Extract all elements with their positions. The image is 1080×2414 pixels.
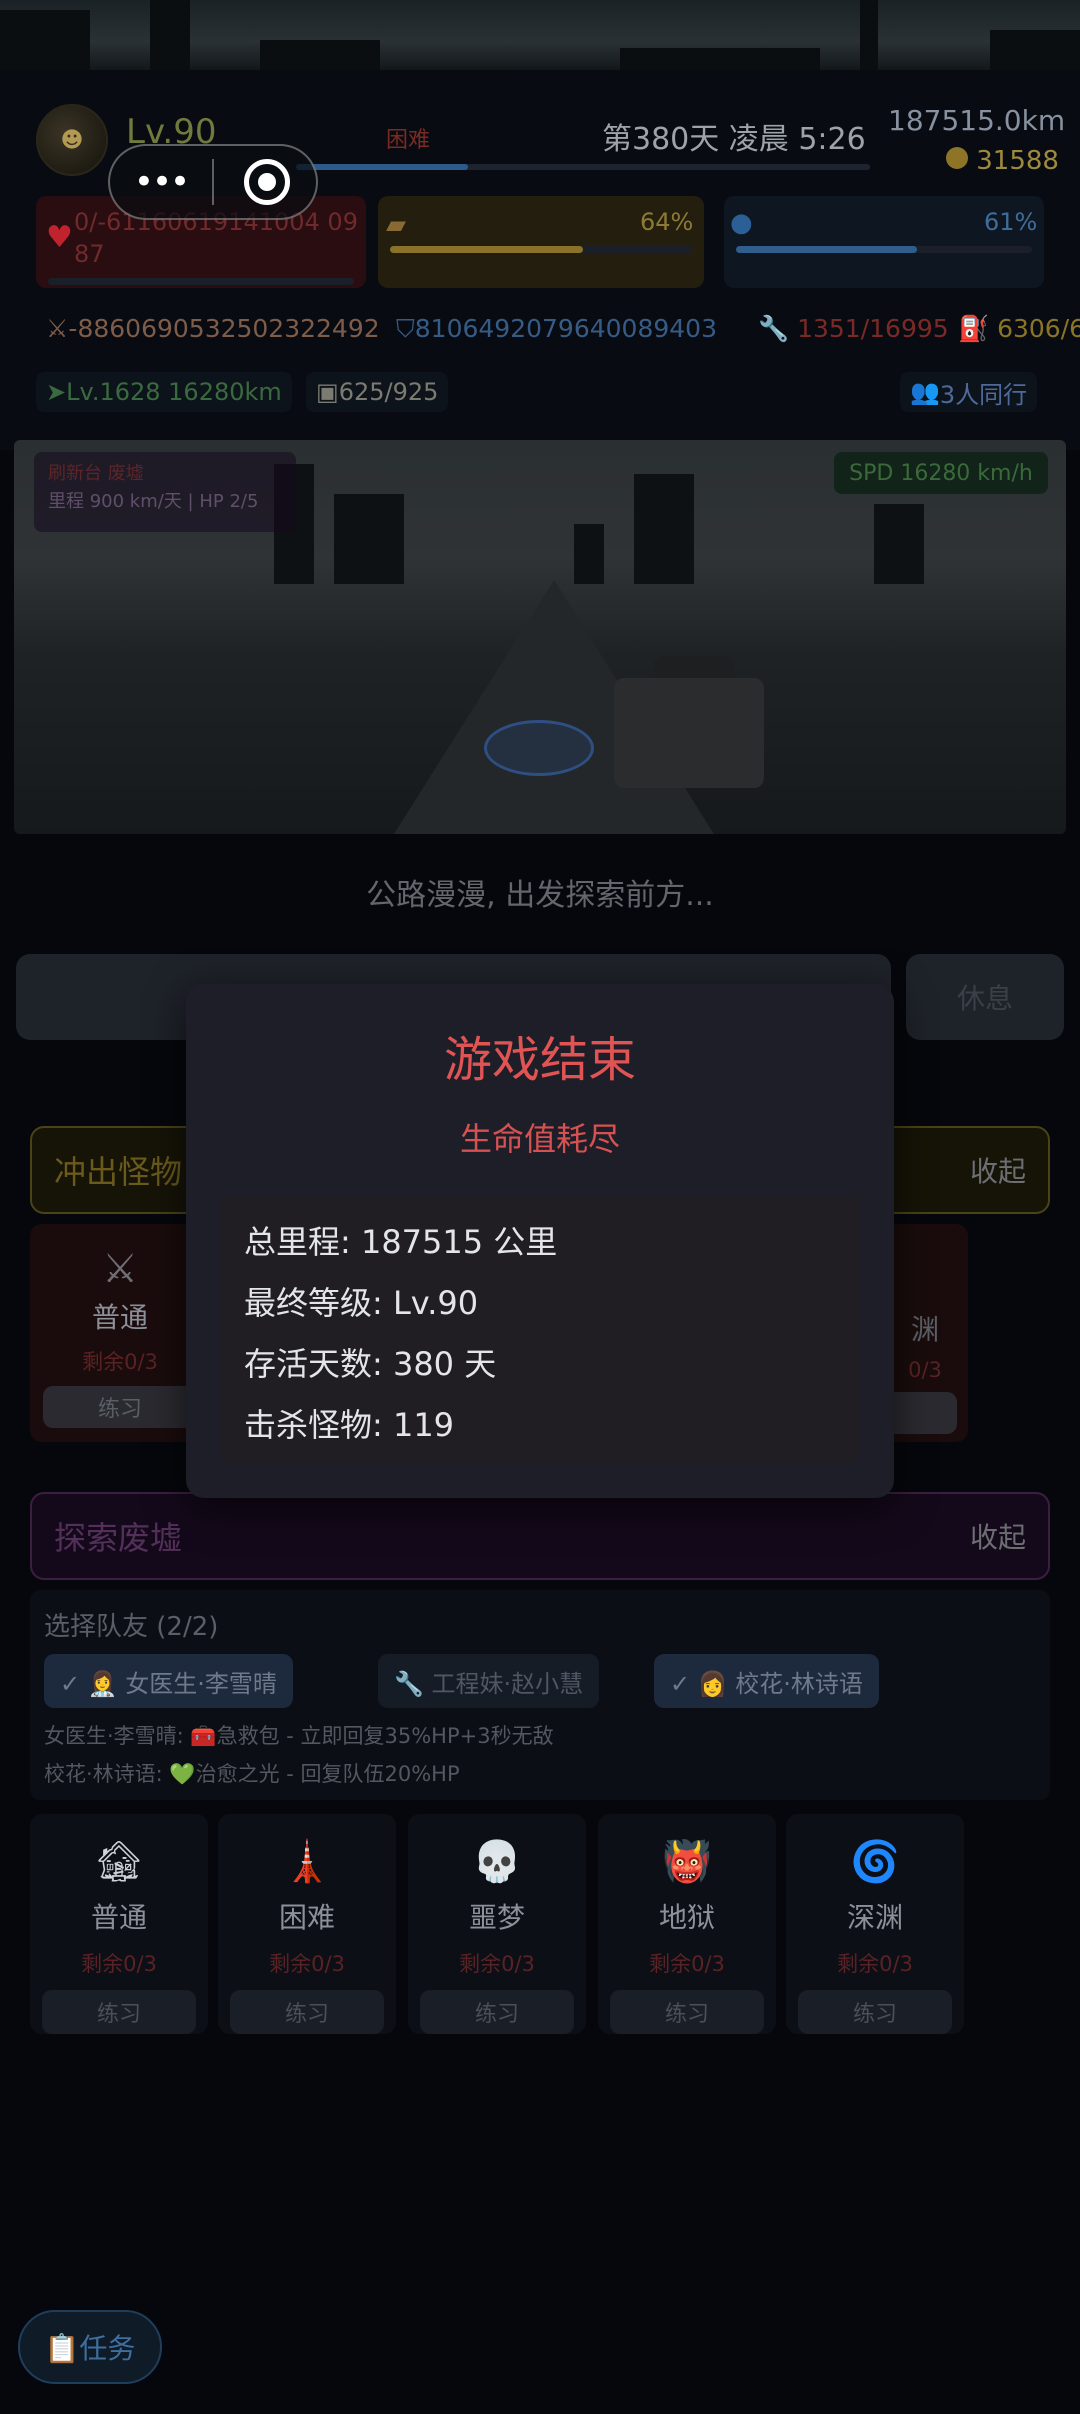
task-button[interactable]: 📋任务	[18, 2310, 162, 2384]
teammate-chip-schoolbelle[interactable]: ✓ 👩 校花·林诗语	[654, 1654, 879, 1708]
card-remain: 剩余0/3	[269, 1952, 345, 1976]
total-distance: 187515.0km	[888, 104, 1066, 137]
difficulty-label: 困难	[386, 128, 431, 153]
teammate-title: 选择队友 (2/2)	[44, 1612, 219, 1642]
card-remain: 剩余0/3	[649, 1952, 725, 1976]
card-remain: 剩余0/3	[837, 1952, 913, 1976]
food-percent: 64%	[640, 208, 694, 236]
ruins-section-title: 探索废墟	[54, 1519, 183, 1557]
vortex-icon: 🌀	[850, 1839, 900, 1885]
stat-monsters-killed: 击杀怪物: 119	[244, 1406, 455, 1444]
speed-icon: ➤	[46, 378, 67, 406]
vehicle-stat: ➤ Lv.1628 16280km	[36, 372, 292, 412]
ruin-card-normal[interactable]: 🏚 普通 剩余0/3 练习	[30, 1814, 208, 2034]
practice-button[interactable]: 练习	[420, 1990, 574, 2034]
people-icon: 👥	[910, 378, 940, 406]
skull-icon: 💀	[472, 1839, 522, 1885]
collapse-button[interactable]: 收起	[970, 1150, 1026, 1190]
food-bar	[390, 246, 692, 253]
swords-icon: ⚔	[102, 1246, 138, 1292]
gold-count: 31588	[946, 146, 1059, 176]
card-remain: 剩余0/3	[81, 1952, 157, 1976]
rest-button[interactable]: 休息	[906, 954, 1064, 1040]
practice-button[interactable]: 练习	[43, 1386, 197, 1428]
practice-button[interactable]: 练习	[798, 1990, 952, 2034]
card-remain: 0/3	[908, 1358, 942, 1382]
monster-section-title: 冲出怪物	[54, 1153, 183, 1191]
defense-stat: ⛉8106492079640089403	[396, 314, 717, 343]
ruins-section-header[interactable]: 探索废墟 收起	[30, 1492, 1050, 1580]
wrench-icon: 🔧	[758, 314, 790, 343]
card-name: 地狱	[658, 1901, 715, 1934]
hp-bar	[48, 278, 354, 285]
monster-card-normal[interactable]: ⚔ 普通 剩余0/3 练习	[40, 1230, 200, 1438]
fuel-icon: ⛽	[958, 314, 990, 343]
speed-tag: SPD 16280 km/h	[834, 452, 1048, 494]
card-name: 普通	[90, 1901, 147, 1934]
avatar[interactable]: ☻	[36, 104, 108, 176]
coin-icon	[946, 147, 968, 169]
bread-icon: ▰	[386, 210, 406, 240]
storage-stat: ▣ 625/925	[306, 372, 449, 412]
attack-stat: ⚔-8860690532502322492	[46, 314, 380, 343]
heart-icon: ♥	[46, 220, 73, 255]
xp-bar	[296, 164, 870, 170]
ruin-card-nightmare[interactable]: 💀 噩梦 剩余0/3 练习	[408, 1814, 586, 2034]
demon-icon: 👹	[662, 1839, 712, 1885]
team-count[interactable]: 👥 3人同行	[900, 372, 1038, 412]
ruined-house-icon: 🏚	[93, 1839, 145, 1885]
practice-button[interactable]: 练习	[230, 1990, 384, 2034]
stat-final-level: 最终等级: Lv.90	[244, 1284, 479, 1322]
miniprogram-capsule: •••	[108, 144, 318, 220]
status-message: 公路漫漫, 出发探索前方...	[366, 878, 714, 913]
vehicle-shield	[484, 720, 594, 776]
top-banner-image	[0, 0, 1080, 70]
teammate-chip-doctor[interactable]: ✓ 👩‍⚕️ 女医生·李雪晴	[44, 1654, 293, 1708]
card-name: 噩梦	[468, 1901, 525, 1934]
card-name: 深渊	[846, 1901, 903, 1934]
water-bar	[736, 246, 1032, 253]
practice-button[interactable]: 练习	[610, 1990, 764, 2034]
fuel-stat: ⛽ 6306/63	[958, 314, 1080, 343]
water-percent: 61%	[984, 208, 1038, 236]
practice-button[interactable]: 练习	[42, 1990, 196, 2034]
card-remain: 剩余0/3	[459, 1952, 535, 1976]
ruin-card-hard[interactable]: 🗼 困难 剩余0/3 练习	[218, 1814, 396, 2034]
final-stats: 总里程: 187515 公里 最终等级: Lv.90 存活天数: 380 天 击…	[220, 1196, 860, 1462]
more-button[interactable]: •••	[110, 165, 212, 199]
box-icon: ▣	[316, 378, 339, 406]
ruin-card-hell[interactable]: 👹 地狱 剩余0/3 练习	[598, 1814, 776, 2034]
card-name: 普通	[91, 1301, 148, 1334]
stat-total-distance: 总里程: 187515 公里	[244, 1223, 558, 1261]
teammate-skill: 校花·林诗语: 💚治愈之光 - 回复队伍20%HP	[44, 1762, 460, 1786]
teammate-skill: 女医生·李雪晴: 🧰急救包 - 立即回复35%HP+3秒无敌	[44, 1724, 554, 1748]
day-time: 第380天 凌晨 5:26	[602, 122, 866, 157]
modal-subtitle: 生命值耗尽	[459, 1120, 620, 1158]
collapse-button[interactable]: 收起	[970, 1516, 1026, 1556]
game-over-modal: 游戏结束 生命值耗尽 总里程: 187515 公里 最终等级: Lv.90 存活…	[186, 984, 894, 1498]
card-name: 渊	[910, 1313, 939, 1346]
durability-stat: 🔧 1351/16995	[758, 314, 949, 343]
truck	[614, 678, 764, 788]
card-remain: 剩余0/3	[82, 1350, 158, 1374]
stat-days-survived: 存活天数: 380 天	[244, 1345, 497, 1383]
capsule-divider	[212, 159, 214, 205]
tower-icon: 🗼	[282, 1839, 332, 1885]
teammate-chip-engineer[interactable]: 🔧 工程妹·赵小慧	[378, 1654, 600, 1708]
modal-title: 游戏结束	[443, 1032, 636, 1088]
card-name: 困难	[278, 1901, 335, 1934]
close-target-button[interactable]	[244, 159, 290, 205]
swords-icon: ⚔	[46, 314, 69, 343]
ruin-card-abyss[interactable]: 🌀 深渊 剩余0/3 练习	[786, 1814, 964, 2034]
water-drop-icon: ●	[730, 208, 753, 238]
scene-info-box: 刷新台 废墟 里程 900 km/天 | HP 2/5	[34, 452, 296, 532]
shield-icon: ⛉	[396, 314, 415, 343]
